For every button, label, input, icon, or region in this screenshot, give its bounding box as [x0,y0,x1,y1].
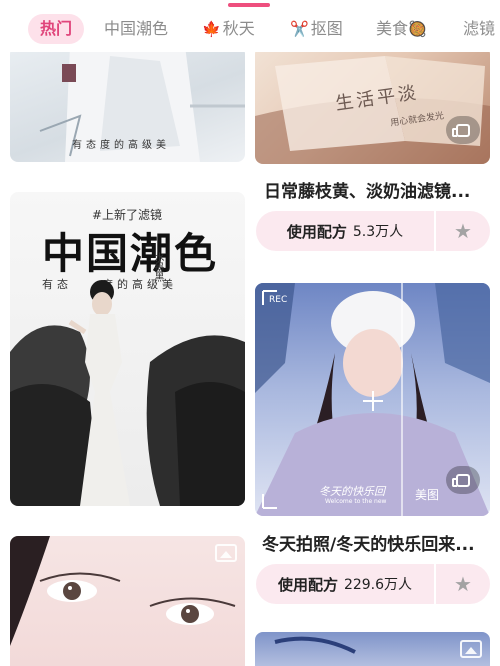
tab-label: 抠图 [310,19,343,38]
tab-label: 中国潮色 [104,19,169,38]
recipe-card-image-winter[interactable]: REC 冬天的快乐回 Welcome to the new 美图 [255,283,490,516]
tab-food[interactable]: 美食🥘 [376,14,429,44]
tab-autumn[interactable]: 🍁 秋天 [202,14,255,44]
poster-illustration [10,280,245,506]
partial-illustration [274,636,356,654]
tab-label: 美食 [376,19,409,38]
side-label: 美图 [415,488,440,502]
compare-icon[interactable] [446,116,480,144]
rec-label: REC [269,295,288,305]
image-overlay-en-text: Welcome to the new [325,498,387,505]
eyes-illustration [10,536,236,646]
maple-leaf-icon: 🍁 [202,20,221,38]
recipe-card-image-book[interactable]: 生活平淡 用心就会发光 [255,46,490,164]
recipe-title[interactable]: 冬天拍照/冬天的快乐回来... [262,530,486,555]
recipe-card-image-poster[interactable]: #上新了滤镜 中国潮色 水墨黑 有态 度的高级美 [10,192,245,506]
image-icon [460,640,482,658]
tab-filter[interactable]: 滤镜 [463,14,495,44]
tab-label: 滤镜 [463,19,496,38]
scissors-icon: ✂️ [290,20,309,38]
favorite-button[interactable]: ★ [436,564,490,604]
tab-label: 秋天 [222,19,255,38]
tab-label: 热门 [40,19,73,38]
image-icon [215,544,237,562]
tab-china-color[interactable]: 中国潮色 [104,14,168,44]
use-count: 5.3万人 [352,224,404,240]
image-overlay-text: 有态度的高级美 [72,140,170,151]
use-recipe-label: 使用配方 [277,575,338,594]
category-tabs: 热门 中国潮色 🍁 秋天 ✂️ 抠图 美食🥘 滤镜 [0,0,500,52]
recipe-card-image-bride[interactable]: 有态度的高级美 [10,46,245,162]
star-icon: ★ [454,572,472,596]
compare-icon[interactable] [446,466,480,494]
use-recipe-button[interactable]: 使用配方 5.3万人 [256,211,434,251]
image-overlay-text: 冬天的快乐回 [319,485,385,498]
tab-cutout[interactable]: ✂️ 抠图 [290,14,343,44]
use-recipe-label: 使用配方 [286,222,347,241]
recipe-card-image-partial[interactable] [255,632,490,666]
use-count: 229.6万人 [343,577,413,593]
recipe-card-image-eyes[interactable] [10,536,245,666]
food-bowl-icon: 🥘 [408,20,427,38]
tab-hot[interactable]: 热门 [28,14,85,44]
recipe-title[interactable]: 日常藤枝黄、淡奶油滤镜... [264,177,486,202]
use-recipe-button[interactable]: 使用配方 229.6万人 [256,564,434,604]
tab-indicator [228,3,270,7]
favorite-button[interactable]: ★ [436,211,490,251]
star-icon: ★ [454,219,472,243]
